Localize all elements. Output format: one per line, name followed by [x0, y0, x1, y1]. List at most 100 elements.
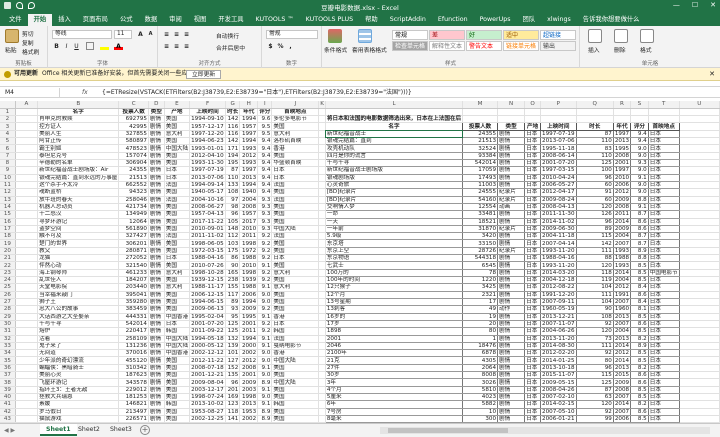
cell[interactable]: 9.1 — [257, 400, 273, 409]
cell[interactable]: 80 — [575, 356, 614, 365]
column-header[interactable]: N — [497, 101, 526, 109]
cell[interactable]: 剧情 — [148, 386, 165, 395]
cell[interactable]: 日本 — [647, 327, 680, 336]
cell[interactable] — [679, 349, 720, 358]
cell[interactable] — [630, 108, 649, 117]
cell[interactable]: 东京塔 — [324, 239, 464, 248]
cell[interactable]: 2007-04-14 — [540, 239, 577, 248]
cell[interactable]: 2014 — [612, 400, 632, 409]
cell[interactable]: 2017 — [239, 218, 259, 226]
cell[interactable]: 2001-07-20 — [189, 320, 227, 329]
cell[interactable]: 125 — [225, 320, 241, 329]
horizontal-scrollbar[interactable] — [380, 427, 710, 434]
cell[interactable]: 日本 — [164, 166, 191, 175]
cell[interactable]: 剧情 — [148, 196, 165, 204]
cell[interactable] — [318, 181, 326, 190]
align-right-icon[interactable]: ≡ — [182, 42, 191, 51]
cell[interactable]: 千与千寻 — [37, 320, 120, 329]
header-cell[interactable]: 投票人数 — [118, 108, 149, 117]
cell[interactable]: 1898 — [324, 327, 464, 336]
cell[interactable]: 香港 — [271, 313, 320, 321]
cell[interactable]: 日本 — [524, 335, 542, 343]
cell[interactable]: 9.2 — [257, 254, 273, 263]
cell[interactable]: 86 — [225, 254, 241, 263]
font-size-select[interactable]: 11 — [114, 30, 132, 39]
row-header[interactable]: 4 — [0, 130, 16, 139]
cell[interactable]: 交响情人梦 — [324, 203, 464, 212]
cell[interactable]: 21513 — [462, 137, 499, 146]
cell[interactable]: 日本 — [524, 276, 542, 285]
cell[interactable]: 461233 — [118, 269, 149, 278]
cell[interactable]: 201 — [225, 386, 241, 395]
paste-button[interactable]: 粘贴 — [5, 45, 17, 54]
cell[interactable]: 18521 — [462, 218, 499, 226]
cell[interactable]: 日本 — [647, 203, 680, 212]
cell[interactable]: 中国香港 — [164, 349, 191, 358]
maximize-button[interactable]: ☐ — [692, 1, 698, 9]
close-icon[interactable]: ✕ — [709, 68, 715, 80]
cell[interactable] — [679, 254, 720, 263]
grow-font-icon[interactable]: A — [136, 30, 145, 39]
cell[interactable] — [318, 364, 326, 373]
number-format-select[interactable]: 常规 — [266, 30, 318, 39]
cell[interactable]: 9.6 — [257, 115, 273, 124]
cell[interactable]: 542014 — [462, 159, 499, 168]
cell[interactable]: 魂断蓝桥 — [37, 188, 120, 197]
cell[interactable]: 8.9 — [630, 342, 649, 351]
cell[interactable]: 126 — [575, 210, 614, 219]
ribbon-tab[interactable]: 数据 — [139, 14, 164, 26]
cell[interactable]: 1993 — [612, 247, 632, 256]
cell[interactable]: 剧情 — [497, 408, 526, 416]
delete-button[interactable]: 删除 — [614, 45, 626, 54]
cell[interactable]: 法国 — [164, 181, 191, 190]
cell[interactable]: 2009 — [239, 378, 259, 387]
cell[interactable]: 120 — [575, 327, 614, 336]
cell[interactable]: 剧情 — [148, 393, 165, 402]
cell[interactable]: 日本 — [647, 232, 680, 241]
cell[interactable]: 剧情 — [497, 415, 526, 423]
cell-style-option[interactable]: 链接单元格 — [503, 41, 539, 51]
cell[interactable] — [15, 276, 39, 285]
cell[interactable]: 2004-10-16 — [189, 196, 227, 204]
cell[interactable]: 20 — [462, 320, 499, 329]
cell[interactable]: 97 — [225, 196, 241, 204]
ribbon-tab[interactable]: KUTOOLS ™ — [250, 14, 300, 26]
cell[interactable]: 327855 — [118, 130, 149, 139]
header-cell[interactable]: 首映地点 — [647, 122, 680, 131]
cell[interactable]: 1997 — [239, 166, 259, 175]
cell[interactable] — [15, 335, 39, 343]
cell[interactable] — [15, 364, 39, 373]
cell[interactable]: 17 — [462, 298, 499, 307]
cell[interactable]: 1998-07-24 — [189, 393, 227, 402]
cell[interactable]: 日本 — [524, 364, 542, 373]
cell[interactable]: 1998-10-28 — [189, 269, 227, 278]
cell[interactable]: 日本 — [524, 269, 542, 278]
cell[interactable]: 8.5 — [630, 356, 649, 365]
header-cell[interactable]: 年代 — [239, 108, 259, 117]
cell[interactable] — [679, 386, 720, 395]
cell[interactable]: 1940-05-17 — [189, 188, 227, 197]
cell[interactable]: 剧情 — [497, 218, 526, 226]
ribbon-tab[interactable]: ScriptAddin — [384, 14, 432, 26]
cell[interactable]: 2013-11-20 — [540, 335, 577, 343]
cell[interactable] — [318, 349, 326, 358]
cell[interactable]: 剧情 — [148, 239, 165, 248]
cell[interactable]: 2007-11-07 — [540, 320, 577, 329]
cell[interactable]: 日本 — [524, 415, 542, 423]
cell[interactable]: 日本 — [524, 232, 542, 241]
conditional-format-icon[interactable] — [328, 29, 342, 43]
cell[interactable]: 120 — [575, 261, 614, 270]
cell[interactable]: 日本 — [647, 181, 680, 190]
cell[interactable]: 1988-11-17 — [189, 283, 227, 292]
cell[interactable]: 108 — [225, 188, 241, 197]
cell[interactable]: 9.4 — [257, 159, 273, 168]
row-header[interactable]: 22 — [0, 261, 16, 270]
cell[interactable]: 229012 — [118, 386, 149, 395]
cell[interactable]: 83 — [575, 144, 614, 153]
insert-button[interactable]: 插入 — [588, 45, 600, 54]
cell[interactable]: 1960 — [612, 305, 632, 314]
cell[interactable] — [15, 108, 39, 117]
cell[interactable]: 2012-11-22 — [189, 356, 227, 365]
cell[interactable]: 日本 — [524, 159, 542, 168]
cell[interactable]: 1994 — [239, 181, 259, 190]
